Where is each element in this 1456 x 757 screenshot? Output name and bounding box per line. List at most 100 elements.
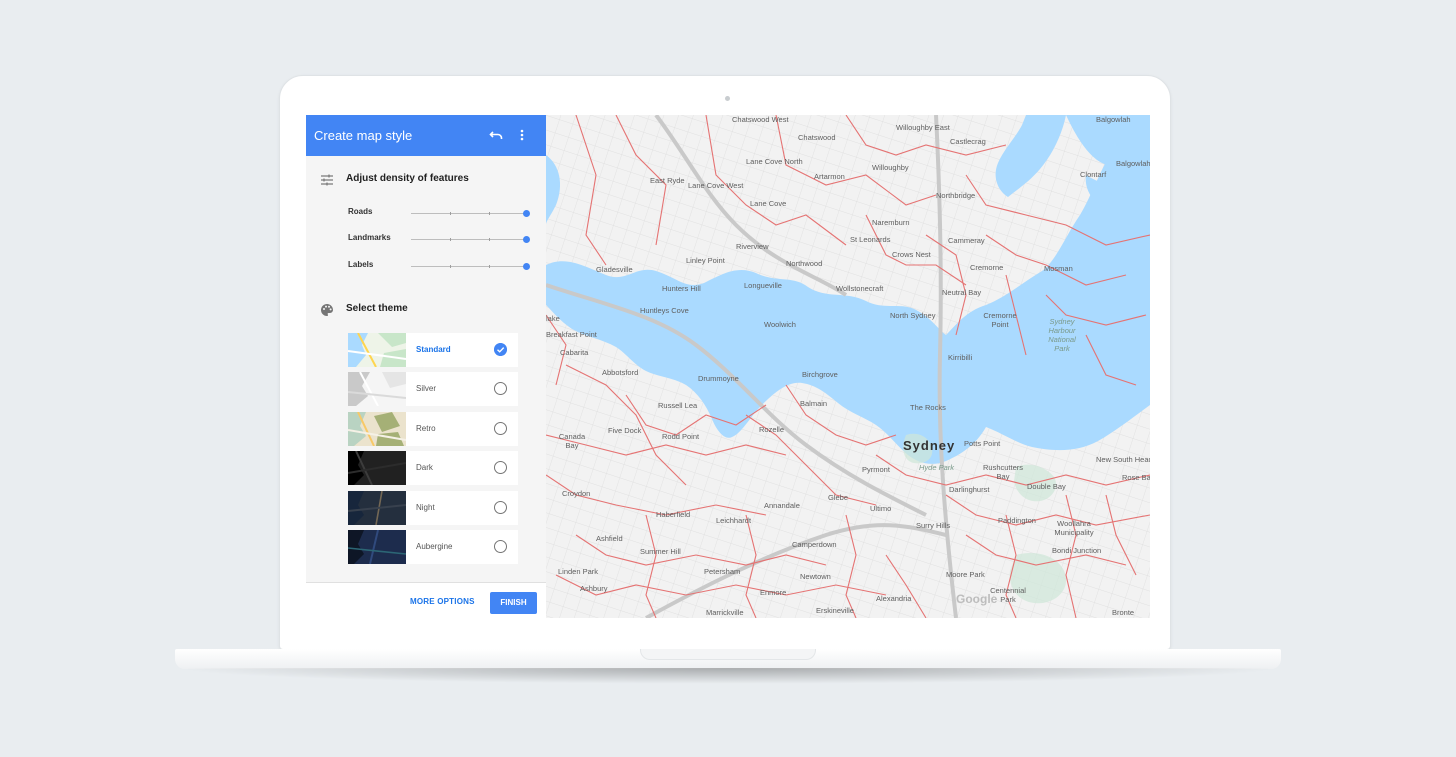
map-label: Chatswood West — [732, 115, 789, 124]
theme-title: Select theme — [346, 303, 408, 314]
map-label: Rodd Point — [662, 432, 700, 441]
map-label: Mosman — [1044, 264, 1073, 273]
radio-dark[interactable] — [494, 461, 507, 474]
map-label: Hunters Hill — [662, 284, 701, 293]
theme-label-aubergine: Aubergine — [416, 542, 453, 551]
map-label: Rose Bay — [1122, 473, 1150, 482]
map-label: lake — [546, 314, 560, 323]
map-label: Linley Point — [686, 256, 725, 265]
slider-landmarks[interactable] — [411, 236, 530, 243]
map-label: Wollstonecraft — [836, 284, 884, 293]
map-canvas — [546, 115, 1150, 618]
laptop-notch — [640, 649, 816, 660]
google-watermark: Google — [956, 592, 998, 606]
park-label: Sydney Harbour National Park — [1048, 317, 1076, 353]
laptop-shadow — [175, 668, 1281, 684]
slider-tick — [489, 238, 490, 241]
panel-header: Create map style — [306, 115, 546, 156]
map-label: Willoughby East — [896, 123, 950, 132]
slider-tick — [450, 265, 451, 268]
map-label: Bondi Junction — [1052, 546, 1102, 555]
map-label: Abbotsford — [602, 368, 639, 377]
map-label: The Rocks — [910, 403, 946, 412]
radio-aubergine[interactable] — [494, 540, 507, 553]
theme-aubergine[interactable]: Aubergine — [348, 530, 518, 564]
map-label: Woollahra Municipality — [1054, 519, 1094, 537]
style-panel: Create map style Adjust density of featu… — [306, 115, 546, 618]
map-label: Neutral Bay — [942, 288, 982, 297]
map-label: Kirribilli — [948, 353, 973, 362]
map-label: Lane Cove North — [746, 157, 803, 166]
map-label: Surry Hills — [916, 521, 951, 530]
slider-labels[interactable] — [411, 263, 530, 270]
map-label: Lane Cove — [750, 199, 787, 208]
map-city-label: Sydney — [903, 438, 956, 453]
panel-title: Create map style — [314, 128, 413, 143]
slider-tick — [489, 212, 490, 215]
map-label: Erskineville — [816, 606, 854, 615]
map-label: Rozelle — [759, 425, 785, 434]
map-label: Linden Park — [558, 567, 599, 576]
theme-thumbnail-standard — [348, 333, 406, 367]
map-label: Woolwich — [764, 320, 796, 329]
map-label: Bronte — [1112, 608, 1135, 617]
map-label: Cammeray — [948, 236, 985, 245]
slider-label-roads: Roads — [348, 207, 373, 216]
slider-labels-knob[interactable] — [523, 263, 530, 270]
map-label: Cremorne Point — [983, 311, 1017, 329]
finish-button[interactable]: FINISH — [490, 592, 537, 614]
map-label: Northwood — [786, 259, 823, 268]
check-icon[interactable] — [494, 343, 507, 356]
theme-dark[interactable]: Dark — [348, 451, 518, 485]
map-label: Naremburn — [872, 218, 910, 227]
theme-thumbnail-aubergine — [348, 530, 406, 564]
map-label: Five Dock — [608, 426, 642, 435]
undo-icon[interactable] — [488, 126, 506, 144]
radio-silver[interactable] — [494, 382, 507, 395]
map-label: Darlinghurst — [949, 485, 990, 494]
tune-icon — [321, 174, 333, 186]
map-label: Moore Park — [946, 570, 985, 579]
radio-retro[interactable] — [494, 422, 507, 435]
slider-landmarks-knob[interactable] — [523, 236, 530, 243]
panel-footer: MORE OPTIONS FINISH — [306, 582, 546, 618]
map-label: Paddington — [998, 516, 1036, 525]
map-label: St Leonards — [850, 235, 891, 244]
map-label: Enmore — [760, 588, 787, 597]
map-label: Balmain — [800, 399, 828, 408]
map-label: Birchgrove — [802, 370, 838, 379]
map-label: Gladesville — [596, 265, 633, 274]
map-label: Marrickville — [706, 608, 744, 617]
theme-silver[interactable]: Silver — [348, 372, 518, 406]
radio-night[interactable] — [494, 501, 507, 514]
map-label: Balgowlah Heights — [1116, 159, 1150, 168]
screen: Create map style Adjust density of featu… — [306, 115, 1150, 618]
map-label: North Sydney — [890, 311, 936, 320]
map-preview[interactable]: Chatswood West Chatswood Willoughby East… — [546, 115, 1150, 618]
slider-roads-knob[interactable] — [523, 210, 530, 217]
map-label: Cremorne — [970, 263, 1004, 272]
map-label: Haberfield — [656, 510, 691, 519]
map-label: Balgowlah — [1096, 115, 1131, 124]
more-options-button[interactable]: MORE OPTIONS — [410, 597, 475, 606]
map-label: Lane Cove West — [688, 181, 744, 190]
map-label: Annandale — [764, 501, 800, 510]
map-label: Pyrmont — [862, 465, 890, 474]
map-label: Artarmon — [814, 172, 845, 181]
map-label: Newtown — [800, 572, 831, 581]
theme-standard[interactable]: Standard — [348, 333, 518, 367]
theme-thumbnail-night — [348, 491, 406, 525]
map-label: Canada Bay — [558, 432, 586, 450]
palette-icon — [321, 304, 333, 316]
theme-retro[interactable]: Retro — [348, 412, 518, 446]
theme-thumbnail-dark — [348, 451, 406, 485]
slider-roads[interactable] — [411, 210, 530, 217]
theme-label-dark: Dark — [416, 463, 433, 472]
webcam — [725, 96, 730, 101]
map-label: Drummoyne — [698, 374, 739, 383]
theme-night[interactable]: Night — [348, 491, 518, 525]
more-vert-icon[interactable] — [513, 126, 531, 144]
map-label: Longueville — [744, 281, 782, 290]
map-label: Cabarita — [560, 348, 589, 357]
map-label: Clontarf — [1080, 170, 1107, 179]
